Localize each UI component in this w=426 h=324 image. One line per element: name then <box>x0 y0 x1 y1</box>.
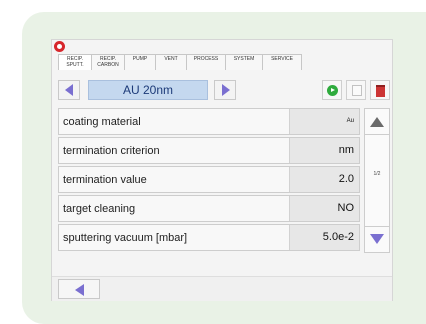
back-button[interactable] <box>58 279 100 299</box>
tab-label: PUMP <box>132 56 148 62</box>
tab-label: PROCESS <box>193 56 219 62</box>
triangle-left-icon <box>65 84 73 96</box>
tab-recipe-carbon[interactable]: recip. CARBON <box>91 54 125 70</box>
delete-button[interactable] <box>370 80 390 100</box>
param-value-button[interactable]: 5.0e-2 <box>289 225 359 250</box>
next-program-button[interactable] <box>214 80 236 100</box>
param-value-button[interactable]: Au <box>289 109 359 134</box>
brand-logo-icon <box>54 41 65 52</box>
param-value-button[interactable]: nm <box>289 138 359 163</box>
copy-icon <box>352 85 362 96</box>
parameter-list: coating material Au termination criterio… <box>58 108 360 253</box>
page-indicator: 1/2 <box>373 171 381 177</box>
tab-recipe-sputter[interactable]: recip. SPUTT. <box>58 54 92 70</box>
bottom-bar <box>52 276 392 301</box>
tab-label: SERVICE <box>271 56 293 62</box>
program-nav-row: AU 20nm <box>58 77 390 103</box>
trash-icon <box>376 85 385 97</box>
param-value-button[interactable]: 2.0 <box>289 167 359 192</box>
tab-label-line2: SPUTT. <box>66 61 84 68</box>
tab-label-line2: CARBON <box>97 61 119 68</box>
green-play-icon <box>327 85 338 96</box>
tab-system[interactable]: SYSTEM <box>225 54 263 70</box>
tab-process[interactable]: PROCESS <box>186 54 226 70</box>
tab-service[interactable]: SERVICE <box>262 54 302 70</box>
param-row: termination criterion nm <box>58 137 360 164</box>
main-tabbar: recip. SPUTT. recip. CARBON PUMP VENT PR… <box>58 54 302 70</box>
prev-program-button[interactable] <box>58 80 80 100</box>
param-label: termination value <box>63 174 147 186</box>
scroll-up-button[interactable] <box>365 109 389 135</box>
param-label: target cleaning <box>63 203 136 215</box>
parameter-scrollbar: 1/2 <box>364 108 390 253</box>
start-button[interactable] <box>322 80 342 100</box>
tab-label: SYSTEM <box>233 56 255 62</box>
tab-label: VENT <box>164 56 178 62</box>
param-row: target cleaning NO <box>58 195 360 222</box>
param-row: sputtering vacuum [mbar] 5.0e-2 <box>58 224 360 251</box>
program-name-display: AU 20nm <box>88 80 208 100</box>
param-row: termination value 2.0 <box>58 166 360 193</box>
param-label: termination criterion <box>63 145 160 157</box>
scroll-down-button[interactable] <box>365 226 389 252</box>
copy-button[interactable] <box>346 80 366 100</box>
touch-screen: recip. SPUTT. recip. CARBON PUMP VENT PR… <box>51 39 393 301</box>
tab-pump[interactable]: PUMP <box>124 54 156 70</box>
param-label: coating material <box>63 116 141 128</box>
tab-vent[interactable]: VENT <box>155 54 187 70</box>
triangle-right-icon <box>222 84 230 96</box>
param-row: coating material Au <box>58 108 360 135</box>
param-value-button[interactable]: NO <box>289 196 359 221</box>
param-label: sputtering vacuum [mbar] <box>63 232 188 244</box>
